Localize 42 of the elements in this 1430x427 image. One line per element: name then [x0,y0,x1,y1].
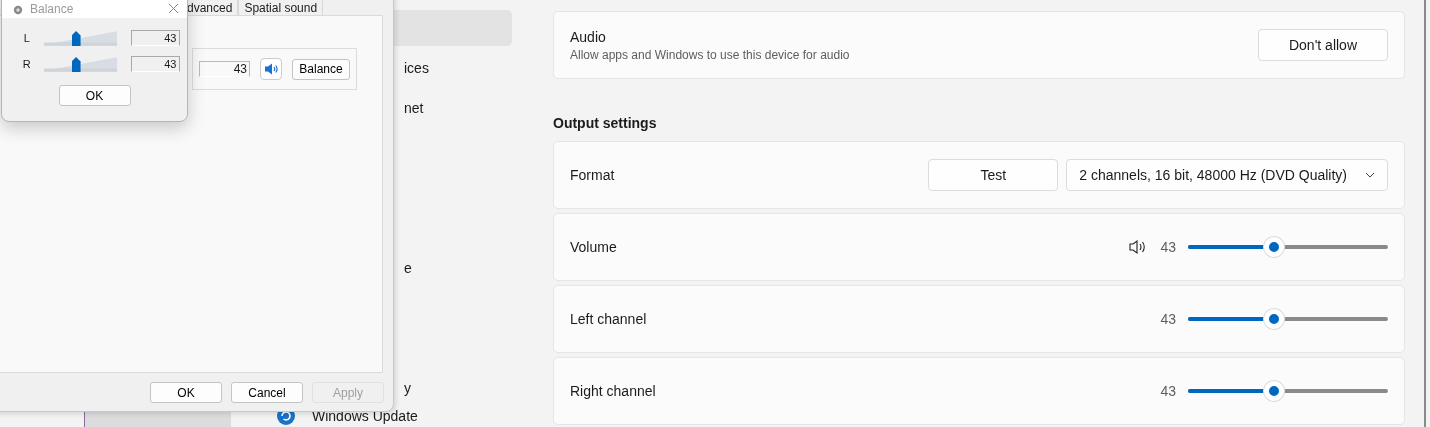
slider-thumb[interactable] [1264,237,1284,257]
slider-value: 43 [1160,239,1176,255]
dont-allow-button[interactable]: Don't allow [1258,29,1388,61]
nav-label: net [404,100,424,116]
channel-label: R [21,58,32,70]
slider[interactable] [1188,309,1388,329]
slider-thumb[interactable] [71,31,81,46]
format-dropdown[interactable]: 2 channels, 16 bit, 48000 Hz (DVD Quality) [1066,159,1388,191]
balance-button[interactable]: Balance [292,58,350,80]
setting-label: Left channel [570,311,647,327]
slider[interactable] [44,55,118,73]
setting-label: Volume [570,239,617,255]
close-icon[interactable] [168,3,179,14]
setting-label: Right channel [570,383,656,399]
setting-title: Audio [570,28,607,45]
dialog-button[interactable]: OK [150,382,222,403]
level-field[interactable]: 43 [199,61,250,77]
slider-value: 43 [1160,383,1176,399]
value-field[interactable]: 43 [131,30,180,46]
slider-thumb[interactable] [71,57,81,72]
ok-button[interactable]: OK [58,85,131,106]
scrollbar[interactable] [1424,0,1426,427]
slider-thumb[interactable] [1264,309,1284,329]
slider[interactable] [44,29,118,47]
slider[interactable] [1188,381,1388,401]
window-title: Balance [30,3,74,15]
dropdown-value: 2 channels, 16 bit, 48000 Hz (DVD Quality) [1079,167,1347,183]
nav-label: Windows Update [312,408,418,424]
channel-label: L [22,32,31,44]
value-field[interactable]: 43 [131,56,180,72]
tab[interactable]: Spatial sound [238,0,324,15]
slider-thumb[interactable] [1264,381,1284,401]
slider[interactable] [1188,237,1388,257]
nav-label: e [404,260,412,276]
section-heading: Output settings [553,115,658,131]
slider-value: 43 [1160,311,1176,327]
setting-description: Allow apps and Windows to use this device for audio [570,47,850,62]
chevron-down-icon [1365,172,1375,178]
mute-button[interactable] [260,58,282,80]
dialog-button[interactable]: Cancel [231,382,303,403]
setting-label: Format [570,167,615,183]
test-button[interactable]: Test [928,159,1059,191]
